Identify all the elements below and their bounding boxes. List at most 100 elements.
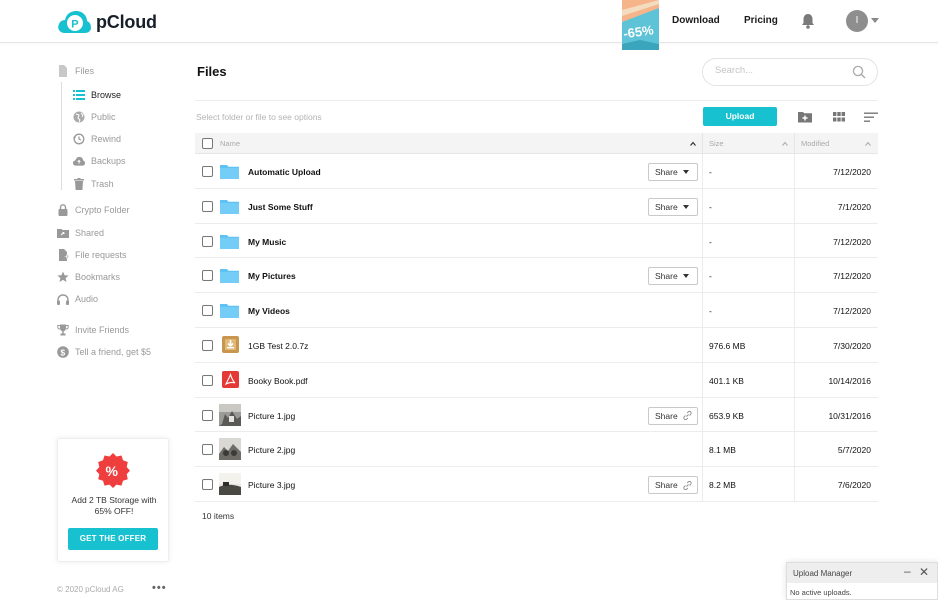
grid-view-icon[interactable] bbox=[832, 110, 846, 124]
sidebar-item-label: File requests bbox=[75, 250, 127, 260]
nav-pricing-link[interactable]: Pricing bbox=[744, 15, 778, 26]
table-row[interactable]: Picture 3.jpg Share 8.2 MB 7/6/2020 bbox=[195, 467, 878, 502]
get-offer-button[interactable]: GET THE OFFER bbox=[68, 528, 158, 550]
search-icon[interactable] bbox=[852, 65, 866, 79]
upload-button[interactable]: Upload bbox=[703, 107, 777, 126]
table-row[interactable]: Picture 2.jpg 8.1 MB 5/7/2020 bbox=[195, 432, 878, 468]
sidebar-item-trash[interactable]: Trash bbox=[73, 175, 114, 193]
column-header-size[interactable]: Size bbox=[709, 133, 724, 154]
file-name[interactable]: Picture 2.jpg bbox=[248, 445, 295, 455]
pcloud-logo[interactable]: P pCloud bbox=[56, 9, 157, 35]
sidebar-item-backups[interactable]: Backups bbox=[73, 152, 126, 170]
row-checkbox[interactable] bbox=[202, 409, 213, 421]
lock-icon bbox=[57, 204, 69, 216]
row-checkbox[interactable] bbox=[202, 374, 213, 386]
file-name[interactable]: 1GB Test 2.0.7z bbox=[248, 341, 308, 351]
file-name[interactable]: Picture 3.jpg bbox=[248, 480, 295, 490]
upload-manager-header[interactable]: Upload Manager – ✕ bbox=[787, 563, 937, 583]
image-thumbnail bbox=[219, 473, 241, 496]
file-size: - bbox=[709, 167, 712, 177]
sidebar-item-audio[interactable]: Audio bbox=[57, 290, 98, 308]
sidebar-item-crypto-folder[interactable]: Crypto Folder bbox=[57, 201, 130, 219]
folder-icon bbox=[220, 304, 239, 319]
table-row[interactable]: Just Some Stuff Share - 7/1/2020 bbox=[195, 188, 878, 224]
table-row[interactable]: My Music - 7/12/2020 bbox=[195, 223, 878, 259]
file-name[interactable]: My Videos bbox=[248, 306, 290, 316]
table-row[interactable]: 1GB Test 2.0.7z 976.6 MB 7/30/2020 bbox=[195, 328, 878, 363]
more-options-icon[interactable]: ••• bbox=[152, 582, 167, 594]
trophy-icon bbox=[57, 324, 69, 336]
sidebar-item-public[interactable]: Public bbox=[73, 108, 116, 126]
column-divider bbox=[794, 223, 795, 258]
row-checkbox[interactable] bbox=[202, 340, 213, 351]
file-name[interactable]: My Pictures bbox=[248, 271, 296, 281]
cloud-upload-icon bbox=[73, 155, 85, 167]
share-button[interactable]: Share bbox=[648, 406, 698, 425]
row-checkbox[interactable] bbox=[202, 305, 213, 317]
sidebar-item-bookmarks[interactable]: Bookmarks bbox=[57, 268, 120, 286]
file-name[interactable]: Just Some Stuff bbox=[248, 202, 313, 212]
file-name[interactable]: My Music bbox=[248, 237, 286, 247]
table-row[interactable]: Booky Book.pdf 401.1 KB 10/14/2016 bbox=[195, 362, 878, 398]
sidebar-item-tell-a-friend[interactable]: $ Tell a friend, get $5 bbox=[57, 343, 151, 361]
sidebar-item-shared[interactable]: Shared bbox=[57, 224, 104, 242]
share-label: Share bbox=[655, 167, 678, 177]
share-button[interactable]: Share bbox=[648, 163, 698, 181]
table-row[interactable]: Automatic Upload Share - 7/12/2020 bbox=[195, 154, 878, 189]
table-row[interactable]: My Videos - 7/12/2020 bbox=[195, 293, 878, 328]
new-folder-icon[interactable] bbox=[798, 110, 812, 124]
minimize-icon[interactable]: – bbox=[904, 564, 911, 578]
column-divider bbox=[794, 467, 795, 501]
row-checkbox[interactable] bbox=[202, 444, 213, 456]
table-row[interactable]: Picture 1.jpg Share 653.9 KB 10/31/2016 bbox=[195, 397, 878, 433]
link-icon bbox=[683, 411, 692, 421]
notifications-bell-icon[interactable] bbox=[801, 13, 815, 29]
svg-text:%: % bbox=[106, 463, 119, 479]
folder-icon bbox=[220, 234, 239, 249]
file-size: 653.9 KB bbox=[709, 410, 744, 421]
storage-offer-card: % Add 2 TB Storage with 65% OFF! GET THE… bbox=[57, 438, 169, 562]
sidebar-item-label: Crypto Folder bbox=[75, 205, 130, 215]
share-button[interactable]: Share bbox=[648, 476, 698, 495]
sidebar-item-rewind[interactable]: Rewind bbox=[73, 130, 121, 148]
table-row[interactable]: My Pictures Share - 7/12/2020 bbox=[195, 258, 878, 294]
search-input[interactable] bbox=[715, 65, 845, 76]
logo-text: pCloud bbox=[96, 11, 157, 32]
sidebar-item-invite-friends[interactable]: Invite Friends bbox=[57, 321, 129, 339]
file-modified: 7/12/2020 bbox=[833, 306, 871, 317]
share-label: Share bbox=[655, 480, 678, 491]
sidebar-item-file-requests[interactable]: File requests bbox=[57, 246, 127, 264]
close-icon[interactable]: ✕ bbox=[919, 565, 929, 579]
pdf-file-icon bbox=[222, 370, 239, 388]
sort-ascending-icon[interactable] bbox=[690, 141, 696, 147]
svg-text:$: $ bbox=[60, 347, 65, 357]
sidebar-item-browse[interactable]: Browse bbox=[73, 86, 121, 104]
sort-size-icon[interactable] bbox=[782, 141, 788, 147]
file-modified: 7/1/2020 bbox=[837, 201, 871, 212]
sort-options-icon[interactable] bbox=[864, 110, 878, 124]
file-name[interactable]: Picture 1.jpg bbox=[248, 411, 295, 421]
nav-download-link[interactable]: Download bbox=[672, 15, 720, 26]
avatar-chevron-down-icon[interactable] bbox=[871, 18, 879, 23]
sort-modified-icon[interactable] bbox=[865, 141, 871, 147]
sidebar-item-files[interactable]: Files bbox=[57, 62, 94, 80]
file-name[interactable]: Booky Book.pdf bbox=[248, 376, 308, 386]
file-modified: 7/30/2020 bbox=[833, 341, 871, 351]
row-checkbox[interactable] bbox=[202, 235, 213, 247]
selection-hint: Select folder or file to see options bbox=[196, 112, 322, 122]
select-all-checkbox[interactable] bbox=[202, 138, 213, 149]
file-name[interactable]: Automatic Upload bbox=[248, 167, 321, 177]
row-checkbox[interactable] bbox=[202, 270, 213, 282]
column-header-modified[interactable]: Modified bbox=[801, 133, 829, 154]
file-size: 976.6 MB bbox=[709, 341, 746, 351]
row-checkbox[interactable] bbox=[202, 200, 213, 212]
promo-discount-banner[interactable]: -65% bbox=[622, 0, 659, 50]
user-avatar[interactable]: I bbox=[846, 10, 868, 32]
column-divider bbox=[702, 154, 703, 188]
share-button[interactable]: Share bbox=[648, 267, 698, 286]
row-checkbox[interactable] bbox=[202, 479, 213, 491]
column-header-name[interactable]: Name bbox=[220, 133, 240, 154]
row-checkbox[interactable] bbox=[202, 166, 213, 177]
share-button[interactable]: Share bbox=[648, 197, 698, 216]
search-box[interactable] bbox=[702, 58, 878, 86]
